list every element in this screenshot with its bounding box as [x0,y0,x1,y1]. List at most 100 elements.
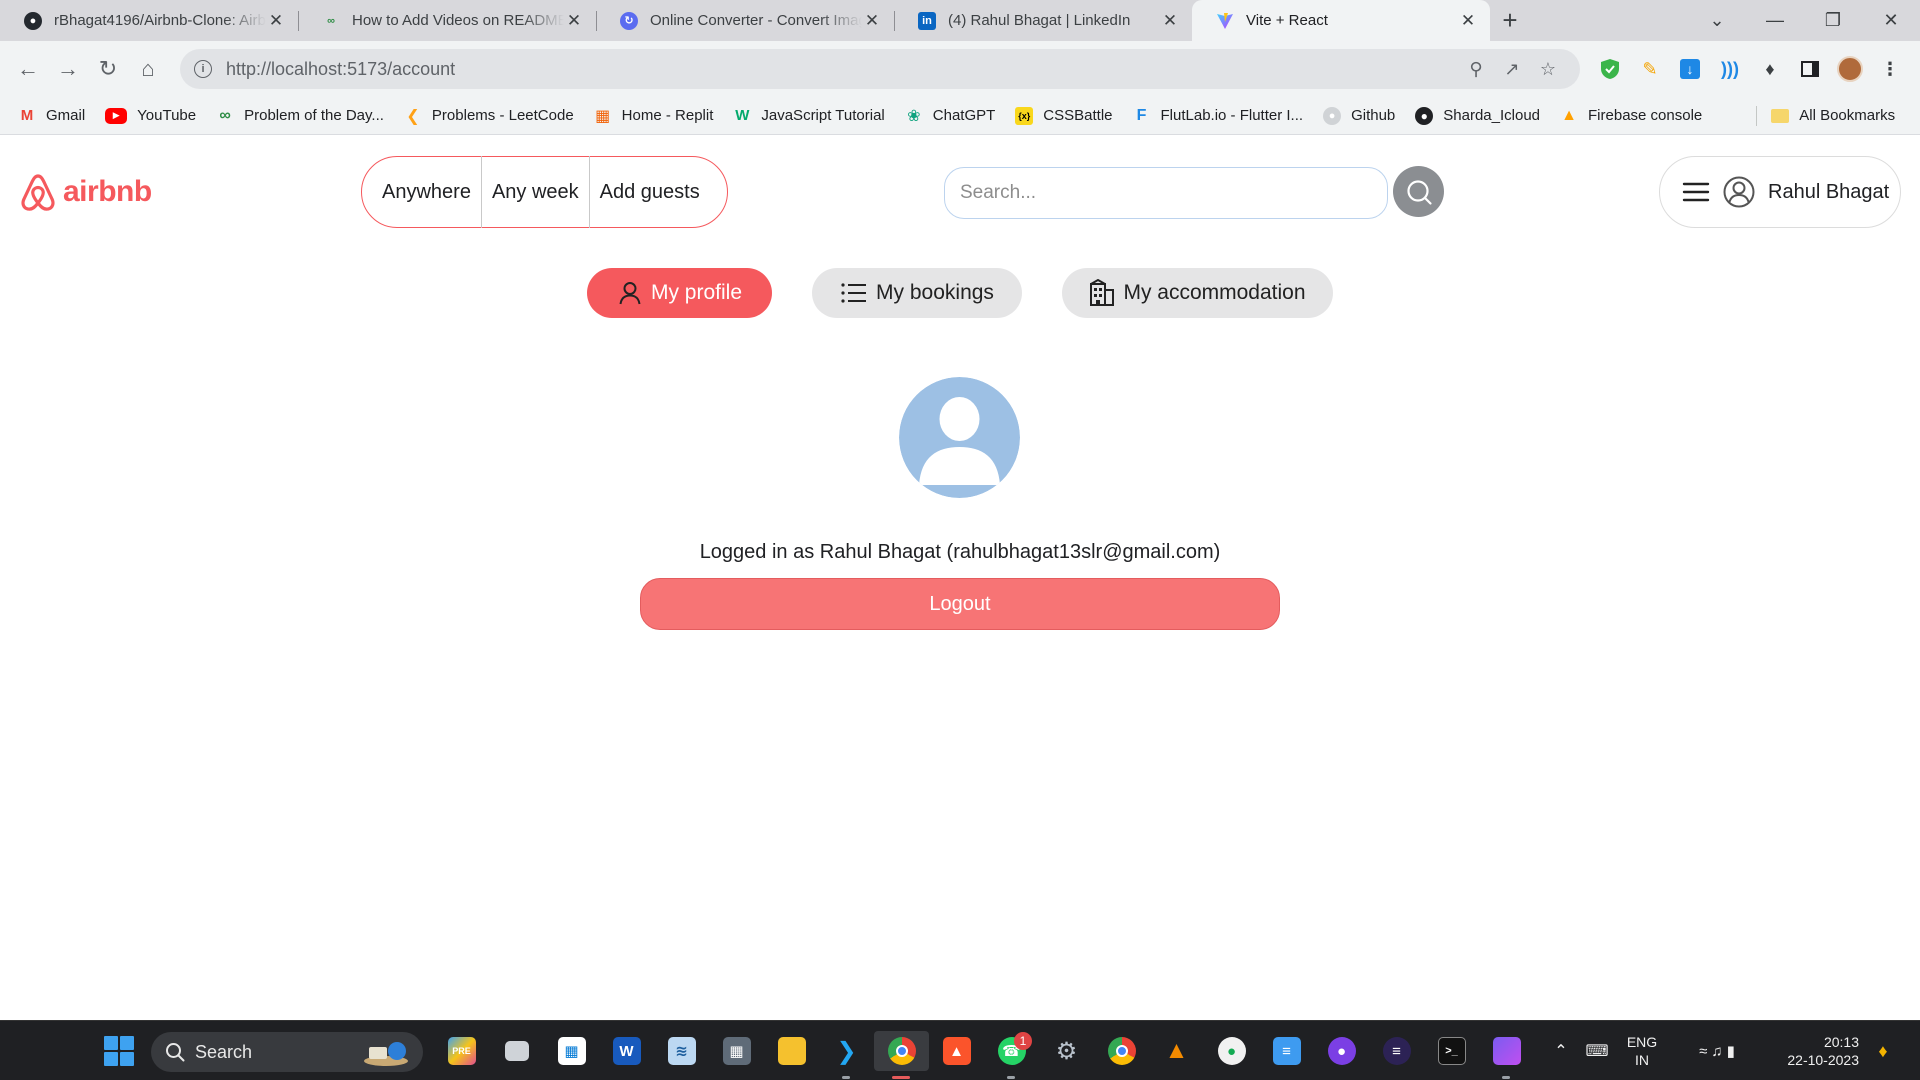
bookmark-sharda-icloud[interactable]: ● Sharda_Icloud [1415,106,1540,125]
clipchamp-icon[interactable] [1479,1031,1534,1079]
list-icon [841,283,867,303]
file-explorer-icon[interactable] [764,1031,819,1071]
tab-github[interactable]: ● rBhagat4196/Airbnb-Clone: Airb ✕ [0,0,298,41]
tab-my-bookings[interactable]: My bookings [812,268,1022,318]
site-info-icon[interactable]: i [194,60,212,78]
key-icon[interactable]: ⚲ [1458,59,1494,80]
bookmarks-bar: M Gmail ▶ YouTube ∞ Problem of the Day... ❮… [0,97,1920,135]
window-controls: ⌄ — ❐ ✕ [1688,0,1920,41]
airbnb-logo[interactable]: airbnb [19,172,152,212]
chatgpt-icon: ❀ [907,107,921,125]
address-bar[interactable]: i http://localhost:5173/account ⚲ ↗ ☆ [180,49,1580,89]
word-icon[interactable]: W [599,1031,654,1071]
anywhere-option[interactable]: Anywhere [362,156,481,228]
tab-linkedin[interactable]: in (4) Rahul Bhagat | LinkedIn ✕ [894,0,1192,41]
taskbar-search-box[interactable]: Search [151,1032,423,1072]
close-icon[interactable]: ✕ [862,11,882,31]
github-desktop-icon[interactable]: ● [1314,1031,1369,1071]
bookmark-firebase[interactable]: ▲ Firebase console [1560,107,1702,125]
bookmarks-divider [1756,105,1758,126]
windows-start-icon[interactable] [104,1036,134,1066]
copilot-icon[interactable]: PRE [434,1031,489,1071]
firebase-icon: ▲ [1561,106,1577,124]
bookmark-cssbattle[interactable]: {x} CSSBattle [1015,106,1113,125]
user-menu-button[interactable]: Rahul Bhagat [1659,156,1901,228]
tab-vite-react[interactable]: Vite + React ✕ [1192,0,1490,41]
bookmark-github[interactable]: ● Github [1323,106,1395,125]
share-icon[interactable]: ↗ [1494,59,1530,80]
star-icon[interactable]: ☆ [1530,59,1566,80]
logout-button[interactable]: Logout [640,578,1280,630]
tab-my-accommodation[interactable]: My accommodation [1062,268,1333,318]
vlc-icon[interactable]: ▲ [1149,1031,1204,1071]
colorpicker-extension-icon[interactable]: ✎ [1630,49,1670,89]
more-menu-icon[interactable]: ⋮ [1870,49,1910,89]
user-icon [619,282,641,305]
brave-icon[interactable]: ▲ [929,1031,984,1071]
bookmark-gmail[interactable]: M Gmail [18,107,85,125]
all-bookmarks-folder[interactable]: All Bookmarks [1771,107,1895,124]
bookmark-flutlab[interactable]: F FlutLab.io - Flutter I... [1133,107,1303,125]
tab-my-profile[interactable]: My profile [587,268,772,318]
minimize-icon[interactable]: — [1746,0,1804,41]
restore-icon[interactable]: ❐ [1804,0,1862,41]
sound-extension-icon[interactable]: ))) [1710,49,1750,89]
eclipse-icon[interactable]: ≡ [1369,1031,1424,1071]
url-text[interactable]: http://localhost:5173/account [226,59,1458,80]
bookmark-label: Firebase console [1588,107,1703,124]
terminal-icon[interactable]: >_ [1424,1031,1479,1071]
shield-extension-icon[interactable] [1590,49,1630,89]
profile-avatar-icon[interactable] [1830,49,1870,89]
close-icon[interactable]: ✕ [1458,11,1478,31]
language-indicator[interactable]: ENG IN [1615,1033,1669,1069]
bookmark-leetcode[interactable]: ❮ Problems - LeetCode [404,107,573,125]
forward-icon[interactable]: → [48,49,88,89]
search-label: Search [195,1041,253,1062]
add-guests-option[interactable]: Add guests [590,156,710,228]
chrome-profile-icon[interactable] [1094,1031,1149,1071]
whatsapp-icon[interactable]: ☎ 1 [984,1031,1039,1079]
task-view-icon[interactable] [489,1031,544,1071]
mongodb-compass-icon[interactable]: ● [1204,1031,1259,1071]
extensions-puzzle-icon[interactable]: ♦ [1750,49,1790,89]
tab-title: Online Converter - Convert Imag [650,12,862,29]
tab-label: My bookings [876,281,994,304]
search-button[interactable] [1393,166,1444,217]
calculator-icon[interactable]: ▦ [709,1031,764,1071]
notification-bell-icon[interactable]: ♦ [1859,1041,1907,1062]
any-week-option[interactable]: Any week [482,156,589,228]
settings-icon[interactable]: ⚙ [1039,1031,1094,1071]
profile-avatar [899,377,1020,498]
microsoft-store-icon[interactable]: ▦ [544,1031,599,1071]
bookmark-javascript-tutorial[interactable]: W JavaScript Tutorial [733,107,884,125]
reload-icon[interactable]: ↻ [88,49,128,89]
search-summary-pill[interactable]: Anywhere Any week Add guests [361,156,728,228]
bookmark-problem-of-the-day[interactable]: ∞ Problem of the Day... [216,107,384,125]
close-icon[interactable]: ✕ [564,11,584,31]
download-extension-icon[interactable]: ↓ [1670,49,1710,89]
bookmark-label: Home - Replit [621,107,714,124]
side-panel-icon[interactable] [1790,49,1830,89]
close-icon[interactable]: ✕ [266,11,286,31]
search-input[interactable] [944,167,1388,219]
photos-icon[interactable]: ≋ [654,1031,709,1071]
new-tab-button[interactable]: + [1490,0,1530,41]
bookmark-youtube[interactable]: ▶ YouTube [105,107,196,124]
chrome-icon[interactable] [874,1031,929,1079]
vscode-icon[interactable]: ❯ [819,1031,874,1079]
tab-title: rBhagat4196/Airbnb-Clone: Airb [54,12,266,29]
home-icon[interactable]: ⌂ [128,49,168,89]
close-icon[interactable]: ✕ [1160,11,1180,31]
back-icon[interactable]: ← [8,49,48,89]
close-window-icon[interactable]: ✕ [1862,0,1920,41]
keyboard-icon[interactable]: ⌨ [1579,1041,1615,1061]
bookmark-chatgpt[interactable]: ❀ ChatGPT [905,107,995,125]
tab-search-icon[interactable]: ⌄ [1688,0,1746,41]
network-volume-battery-icon[interactable]: ≈♫▮ [1669,1042,1769,1060]
clock[interactable]: 20:13 22-10-2023 [1769,1033,1859,1069]
tab-readme-videos[interactable]: ∞ How to Add Videos on README ✕ [298,0,596,41]
bookmark-replit[interactable]: ▦ Home - Replit [594,107,714,125]
tab-online-converter[interactable]: ↻ Online Converter - Convert Imag ✕ [596,0,894,41]
notepad-icon[interactable]: ≡ [1259,1031,1314,1071]
chevron-up-icon[interactable]: ⌃ [1543,1041,1579,1061]
